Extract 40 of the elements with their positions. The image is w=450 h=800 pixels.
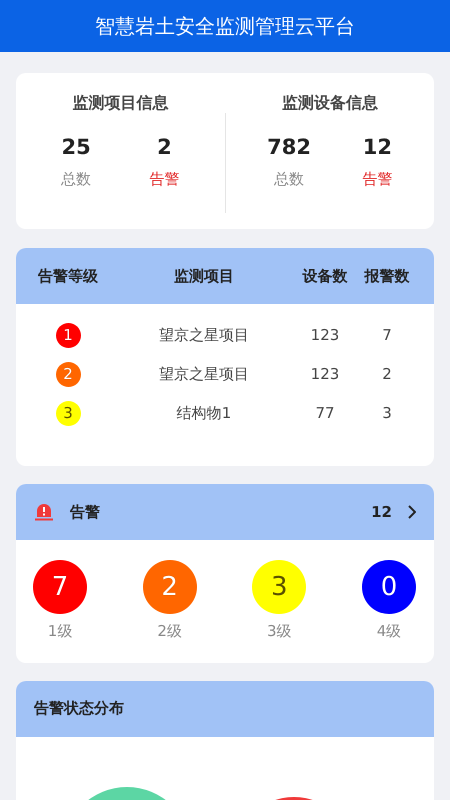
column-header: 报警数	[364, 266, 410, 287]
level-count: 0	[362, 560, 416, 614]
alarm-count: 12	[371, 502, 392, 523]
table-cell-text: 3	[382, 403, 392, 424]
stat-label: 告警	[362, 169, 392, 190]
stat-label: 告警	[149, 169, 180, 190]
table-cell-text: 结构物1	[176, 403, 232, 424]
level-label: 4级	[376, 621, 402, 642]
level-count: 7	[33, 560, 87, 614]
chevron-right-icon[interactable]	[408, 505, 416, 519]
stat-value: 782	[267, 135, 311, 160]
level-count: 2	[142, 560, 197, 614]
stat-label: 总数	[61, 169, 92, 190]
table-cell-text: 2	[382, 364, 392, 386]
column-header: 告警等级	[38, 266, 98, 287]
level-count: 3	[252, 560, 306, 614]
level-label: 1级	[48, 621, 72, 642]
level-badge: 3	[56, 401, 80, 426]
level-label: 2级	[157, 621, 182, 642]
table-cell-text: 77	[315, 403, 335, 424]
stat-label: 总数	[274, 169, 304, 190]
table-cell-text: 7	[382, 325, 392, 346]
alarm-title: 告警	[70, 502, 100, 523]
section-title: 监测项目信息	[72, 92, 168, 114]
table-cell-text: 望京之星项目	[159, 364, 249, 386]
level-badge: 2	[56, 362, 80, 387]
app-title: 智慧岩土安全监测管理云平台	[0, 0, 450, 52]
column-header: 设备数	[302, 266, 348, 287]
table-cell-text: 123	[310, 364, 340, 386]
alarm-light-icon	[34, 503, 54, 521]
stat-value: 25	[62, 135, 91, 160]
table-cell-text: 望京之星项目	[159, 325, 249, 346]
table-cell-text: 123	[310, 325, 340, 346]
level-label: 3级	[267, 621, 292, 642]
stat-value: 2	[157, 135, 172, 160]
section-title: 监测设备信息	[282, 92, 378, 114]
section-title: 告警状态分布	[34, 698, 124, 720]
column-header: 监测项目	[174, 266, 234, 287]
stat-value: 12	[362, 135, 392, 160]
level-badge: 1	[56, 323, 80, 348]
